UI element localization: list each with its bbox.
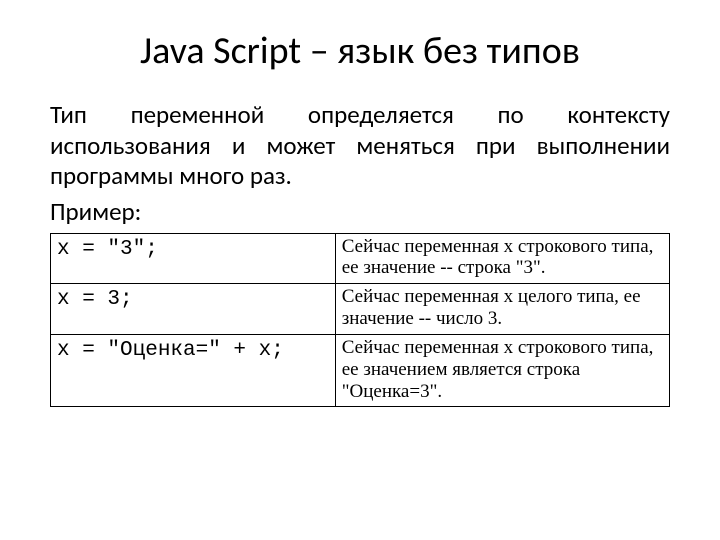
table-row: x = 3; Сейчас переменная x целого типа, … [51, 284, 670, 335]
body-paragraph: Тип переменной определяется по контексту… [50, 100, 670, 192]
table-row: x = "Оценка=" + x; Сейчас переменная x с… [51, 334, 670, 407]
code-cell: x = "Оценка=" + x; [51, 334, 336, 407]
desc-cell: Сейчас переменная x строкового типа, ее … [335, 233, 669, 284]
desc-cell: Сейчас переменная x целого типа, ее знач… [335, 284, 669, 335]
slide-title: Java Script – язык без типов [50, 28, 670, 74]
example-label: Пример: [50, 196, 670, 227]
desc-cell: Сейчас переменная x строкового типа, ее … [335, 334, 669, 407]
slide: Java Script – язык без типов Тип перемен… [0, 0, 720, 427]
code-cell: x = 3; [51, 284, 336, 335]
example-table: x = "3"; Сейчас переменная x строкового … [50, 233, 670, 408]
code-cell: x = "3"; [51, 233, 336, 284]
table-row: x = "3"; Сейчас переменная x строкового … [51, 233, 670, 284]
